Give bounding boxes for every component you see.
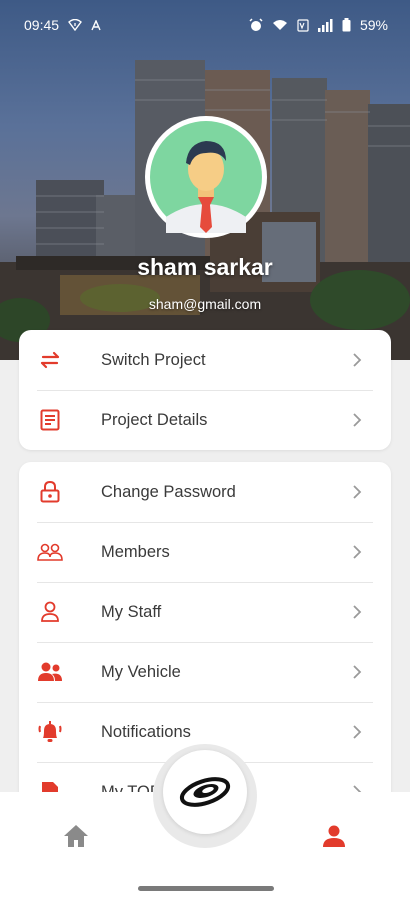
group-icon (37, 659, 63, 685)
wifi-alert-icon (68, 19, 83, 31)
menu-item-label: My Staff (101, 602, 162, 621)
avatar[interactable] (145, 116, 267, 238)
menu-item-switch-project[interactable]: Switch Project (19, 330, 391, 390)
lock-icon (37, 479, 63, 505)
menu-item-change-password[interactable]: Change Password (19, 462, 391, 522)
chevron-right-icon (353, 413, 362, 427)
staff-icon (37, 599, 63, 625)
profile-icon (323, 825, 345, 847)
volte-icon (297, 18, 309, 32)
swap-arrows-icon (37, 347, 63, 373)
status-time: 09:45 (24, 17, 60, 33)
nav-profile-button[interactable] (322, 824, 346, 853)
menu-item-my-vehicle[interactable]: My Vehicle (19, 642, 391, 702)
menu-item-my-staff[interactable]: My Staff (19, 582, 391, 642)
menu-item-label: Members (101, 542, 170, 561)
signal-icon (317, 18, 333, 32)
chevron-right-icon (353, 545, 362, 559)
chevron-right-icon (353, 605, 362, 619)
menu-item-label: Notifications (101, 722, 191, 741)
chevron-right-icon (353, 725, 362, 739)
profile-name: sham sarkar (137, 254, 273, 280)
user-avatar-icon (150, 121, 262, 233)
home-icon (64, 825, 88, 847)
home-indicator[interactable] (138, 886, 274, 891)
profile-email: sham@gmail.com (148, 296, 262, 312)
menu-item-label: Switch Project (101, 350, 206, 369)
wifi-icon (272, 19, 288, 31)
status-bar: 09:45 59% (0, 0, 410, 50)
project-menu-card: Switch Project Project Details (19, 330, 391, 450)
document-icon (37, 407, 63, 433)
chevron-right-icon (353, 353, 362, 367)
alarm-icon (249, 18, 263, 32)
menu-item-project-details[interactable]: Project Details (19, 390, 391, 450)
battery-icon (342, 18, 351, 32)
chevron-right-icon (353, 665, 362, 679)
nav-home-button[interactable] (63, 824, 89, 853)
chevron-right-icon (353, 485, 362, 499)
menu-item-label: My Vehicle (101, 662, 181, 681)
battery-level: 59% (359, 17, 388, 33)
menu-item-label: Project Details (101, 410, 208, 429)
logo-icon (179, 777, 231, 807)
letter-a-icon (91, 19, 101, 31)
alarm-bell-icon (37, 719, 63, 745)
menu-item-label: Change Password (101, 482, 236, 501)
members-icon (37, 539, 63, 565)
center-logo-button[interactable] (163, 750, 247, 834)
menu-item-members[interactable]: Members (19, 522, 391, 582)
